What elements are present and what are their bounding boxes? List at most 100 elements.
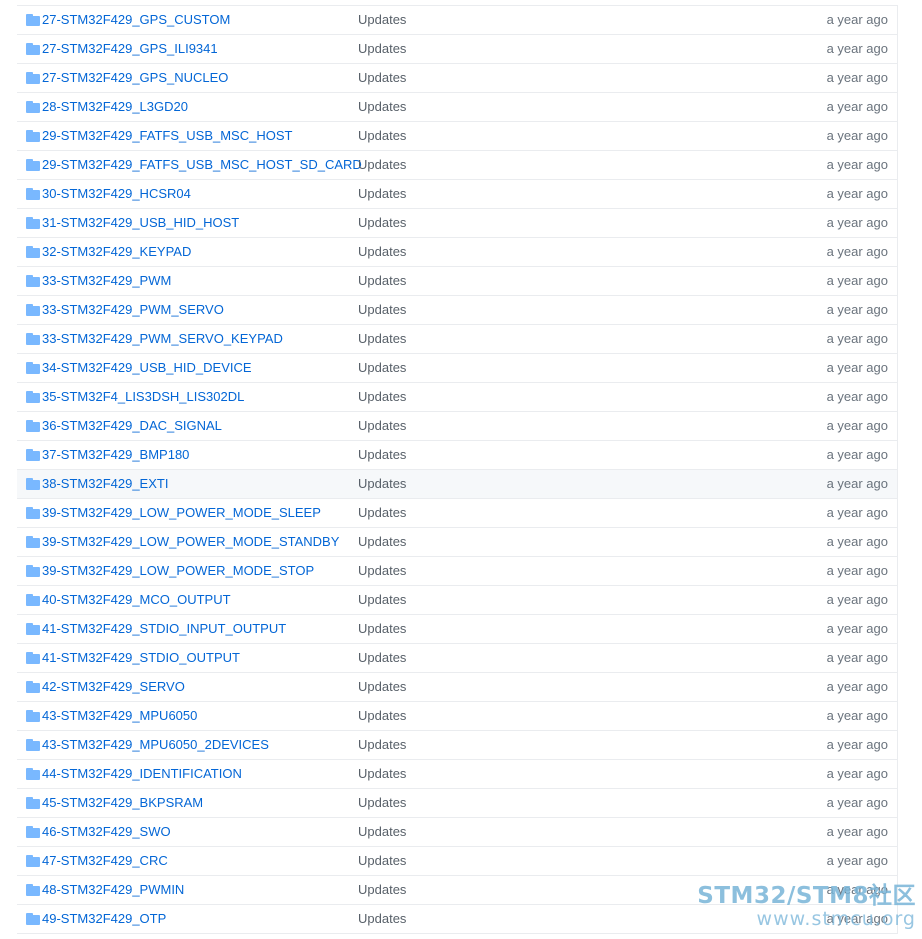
commit-age: a year ago [826, 186, 888, 201]
commit-message-link[interactable]: Updates [358, 644, 406, 672]
commit-message-link[interactable]: Updates [358, 499, 406, 527]
commit-message-link[interactable]: Updates [358, 209, 406, 237]
commit-message-link[interactable]: Updates [358, 905, 406, 933]
file-row[interactable]: 29-STM32F429_FATFS_USB_MSC_HOST_SD_CARD U… [17, 151, 897, 180]
folder-name-link[interactable]: 41-STM32F429_STDIO_INPUT_OUTPUT [42, 615, 286, 643]
commit-message-link[interactable]: Updates [358, 847, 406, 875]
commit-age: a year ago [826, 563, 888, 578]
folder-name-link[interactable]: 34-STM32F429_USB_HID_DEVICE [42, 354, 252, 382]
file-row[interactable]: 43-STM32F429_MPU6050_2DEVICES Updates a ye… [17, 731, 897, 760]
commit-message-link[interactable]: Updates [358, 64, 406, 92]
file-row[interactable]: 27-STM32F429_GPS_ILI9341 Updates a year ag… [17, 35, 897, 64]
file-row[interactable]: 48-STM32F429_PWMIN Updates a year ago [17, 876, 897, 905]
folder-name-link[interactable]: 43-STM32F429_MPU6050 [42, 702, 197, 730]
folder-name-link[interactable]: 33-STM32F429_PWM_SERVO_KEYPAD [42, 325, 283, 353]
commit-message-link[interactable]: Updates [358, 35, 406, 63]
file-row[interactable]: 39-STM32F429_LOW_POWER_MODE_STANDBY Updat… [17, 528, 897, 557]
folder-name-link[interactable]: 30-STM32F429_HCSR04 [42, 180, 191, 208]
commit-message-link[interactable]: Updates [358, 789, 406, 817]
file-row[interactable]: 31-STM32F429_USB_HID_HOST Updates a year a… [17, 209, 897, 238]
folder-name-link[interactable]: 48-STM32F429_PWMIN [42, 876, 184, 904]
file-row[interactable]: 36-STM32F429_DAC_SIGNAL Updates a year ago [17, 412, 897, 441]
commit-message-link[interactable]: Updates [358, 267, 406, 295]
folder-name-link[interactable]: 31-STM32F429_USB_HID_HOST [42, 209, 239, 237]
folder-name-link[interactable]: 40-STM32F429_MCO_OUTPUT [42, 586, 231, 614]
folder-name-link[interactable]: 27-STM32F429_GPS_CUSTOM [42, 6, 230, 34]
file-row[interactable]: 40-STM32F429_MCO_OUTPUT Updates a year ago [17, 586, 897, 615]
commit-message-link[interactable]: Updates [358, 586, 406, 614]
commit-message-link[interactable]: Updates [358, 760, 406, 788]
file-row[interactable]: 37-STM32F429_BMP180 Updates a year ago [17, 441, 897, 470]
folder-name-link[interactable]: 33-STM32F429_PWM [42, 267, 171, 295]
commit-message-link[interactable]: Updates [358, 122, 406, 150]
file-row[interactable]: 42-STM32F429_SERVO Updates a year ago [17, 673, 897, 702]
folder-name-link[interactable]: 47-STM32F429_CRC [42, 847, 168, 875]
file-row[interactable]: 41-STM32F429_STDIO_OUTPUT Updates a year a… [17, 644, 897, 673]
commit-message-link[interactable]: Updates [358, 528, 406, 556]
folder-name-link[interactable]: 39-STM32F429_LOW_POWER_MODE_STOP [42, 557, 314, 585]
file-row[interactable]: 33-STM32F429_PWM Updates a year ago [17, 267, 897, 296]
file-row[interactable]: 28-STM32F429_L3GD20 Updates a year ago [17, 93, 897, 122]
commit-message-link[interactable]: Updates [358, 93, 406, 121]
folder-name-link[interactable]: 28-STM32F429_L3GD20 [42, 93, 188, 121]
file-row[interactable]: 46-STM32F429_SWO Updates a year ago [17, 818, 897, 847]
file-row[interactable]: 33-STM32F429_PWM_SERVO_KEYPAD Updates a ye… [17, 325, 897, 354]
commit-message-link[interactable]: Updates [358, 6, 406, 34]
file-row[interactable]: 27-STM32F429_GPS_CUSTOM Updates a year ago [17, 6, 897, 35]
commit-message-link[interactable]: Updates [358, 557, 406, 585]
file-row[interactable]: 45-STM32F429_BKPSRAM Updates a year ago [17, 789, 897, 818]
file-row[interactable]: 33-STM32F429_PWM_SERVO Updates a year ago [17, 296, 897, 325]
folder-name-link[interactable]: 39-STM32F429_LOW_POWER_MODE_STANDBY [42, 528, 339, 556]
commit-message-link[interactable]: Updates [358, 354, 406, 382]
folder-icon [26, 449, 40, 461]
folder-name-link[interactable]: 42-STM32F429_SERVO [42, 673, 185, 701]
commit-message-link[interactable]: Updates [358, 673, 406, 701]
commit-message-link[interactable]: Updates [358, 412, 406, 440]
commit-message-link[interactable]: Updates [358, 441, 406, 469]
folder-name-link[interactable]: 45-STM32F429_BKPSRAM [42, 789, 203, 817]
file-row[interactable]: 44-STM32F429_IDENTIFICATION Updates a year… [17, 760, 897, 789]
folder-name-link[interactable]: 35-STM32F4_LIS3DSH_LIS302DL [42, 383, 244, 411]
folder-name-link[interactable]: 32-STM32F429_KEYPAD [42, 238, 191, 266]
commit-message-link[interactable]: Updates [358, 470, 406, 498]
file-row[interactable]: 34-STM32F429_USB_HID_DEVICE Updates a year… [17, 354, 897, 383]
folder-name-link[interactable]: 27-STM32F429_GPS_NUCLEO [42, 64, 228, 92]
folder-name-link[interactable]: 27-STM32F429_GPS_ILI9341 [42, 35, 218, 63]
commit-message-link[interactable]: Updates [358, 702, 406, 730]
commit-message-link[interactable]: Updates [358, 180, 406, 208]
file-row[interactable]: 41-STM32F429_STDIO_INPUT_OUTPUT Updates a … [17, 615, 897, 644]
file-row[interactable]: 38-STM32F429_EXTI Updates a year ago [17, 470, 897, 499]
commit-message-link[interactable]: Updates [358, 615, 406, 643]
folder-name-link[interactable]: 29-STM32F429_FATFS_USB_MSC_HOST [42, 122, 292, 150]
folder-name-link[interactable]: 44-STM32F429_IDENTIFICATION [42, 760, 242, 788]
commit-message-link[interactable]: Updates [358, 296, 406, 324]
commit-age: a year ago [826, 911, 888, 926]
commit-message-link[interactable]: Updates [358, 325, 406, 353]
folder-name-link[interactable]: 29-STM32F429_FATFS_USB_MSC_HOST_SD_CARD [42, 151, 362, 179]
folder-name-link[interactable]: 33-STM32F429_PWM_SERVO [42, 296, 224, 324]
file-row[interactable]: 39-STM32F429_LOW_POWER_MODE_STOP Updates a… [17, 557, 897, 586]
folder-name-link[interactable]: 46-STM32F429_SWO [42, 818, 171, 846]
commit-message-link[interactable]: Updates [358, 383, 406, 411]
folder-name-link[interactable]: 36-STM32F429_DAC_SIGNAL [42, 412, 222, 440]
commit-message-link[interactable]: Updates [358, 731, 406, 759]
commit-message-link[interactable]: Updates [358, 151, 406, 179]
commit-message-link[interactable]: Updates [358, 818, 406, 846]
folder-name-link[interactable]: 41-STM32F429_STDIO_OUTPUT [42, 644, 240, 672]
folder-name-link[interactable]: 43-STM32F429_MPU6050_2DEVICES [42, 731, 269, 759]
folder-name-link[interactable]: 38-STM32F429_EXTI [42, 470, 168, 498]
file-row[interactable]: 47-STM32F429_CRC Updates a year ago [17, 847, 897, 876]
file-row[interactable]: 30-STM32F429_HCSR04 Updates a year ago [17, 180, 897, 209]
file-row[interactable]: 32-STM32F429_KEYPAD Updates a year ago [17, 238, 897, 267]
commit-message-link[interactable]: Updates [358, 238, 406, 266]
file-row[interactable]: 49-STM32F429_OTP Updates a year ago [17, 905, 897, 934]
folder-name-link[interactable]: 49-STM32F429_OTP [42, 905, 166, 933]
file-row[interactable]: 39-STM32F429_LOW_POWER_MODE_SLEEP Updates… [17, 499, 897, 528]
file-row[interactable]: 43-STM32F429_MPU6050 Updates a year ago [17, 702, 897, 731]
commit-message-link[interactable]: Updates [358, 876, 406, 904]
folder-name-link[interactable]: 37-STM32F429_BMP180 [42, 441, 189, 469]
file-row[interactable]: 27-STM32F429_GPS_NUCLEO Updates a year ago [17, 64, 897, 93]
file-row[interactable]: 35-STM32F4_LIS3DSH_LIS302DL Updates a year… [17, 383, 897, 412]
file-row[interactable]: 29-STM32F429_FATFS_USB_MSC_HOST Updates a … [17, 122, 897, 151]
folder-name-link[interactable]: 39-STM32F429_LOW_POWER_MODE_SLEEP [42, 499, 321, 527]
